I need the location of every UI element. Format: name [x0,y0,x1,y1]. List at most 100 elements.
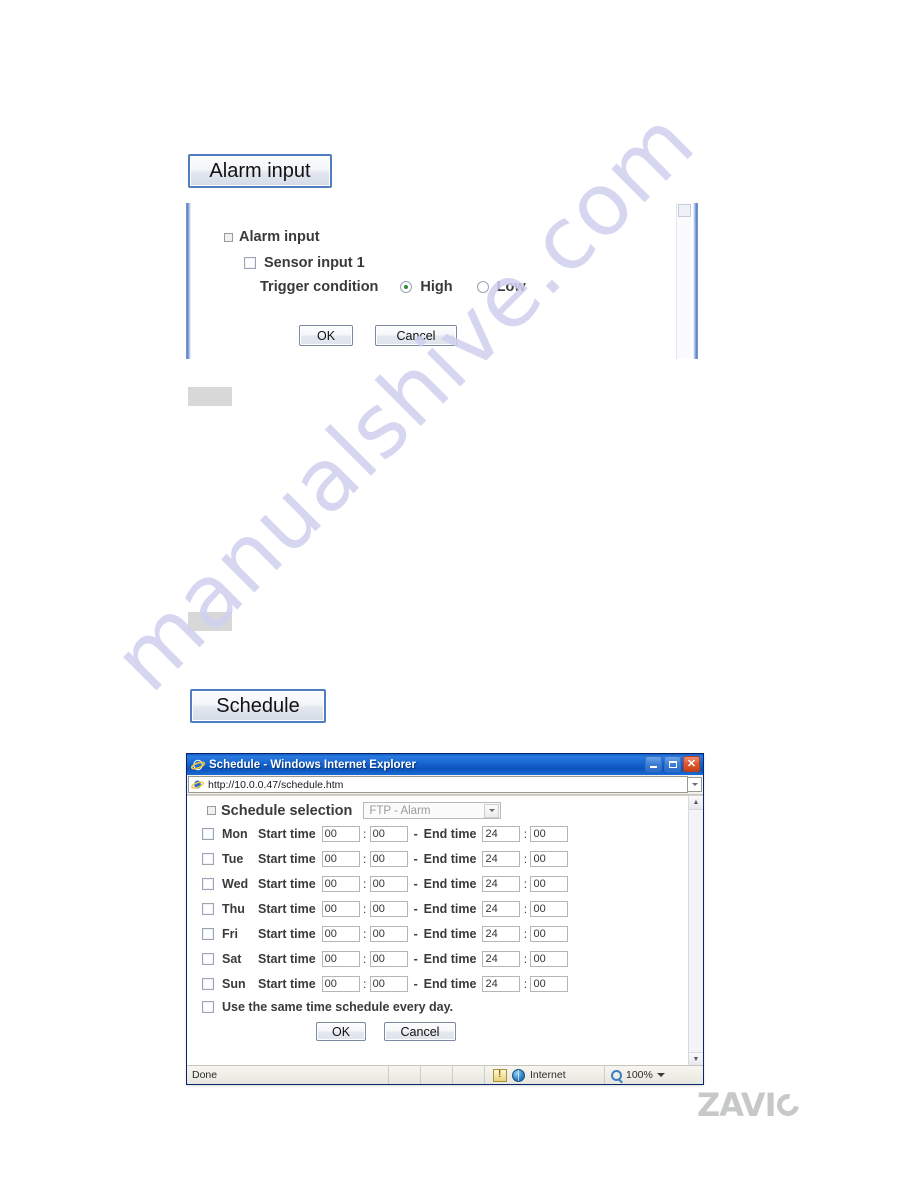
colon-start-fri: : [362,926,367,941]
alarm-panel-scroll-thumb[interactable] [678,204,691,217]
zavio-o-mark-icon [773,1089,804,1121]
end-hour-sat[interactable]: 24 [482,950,521,967]
sensor-input-checkbox[interactable] [244,257,256,269]
range-dash-fri: - [413,926,418,941]
table-row: Fri Start time 00 : 00 - End time 24 : 0… [187,921,688,946]
status-segment-1 [389,1066,421,1084]
schedule-ok-label: OK [331,1024,351,1039]
day-checkbox-sat[interactable] [202,952,214,965]
day-checkbox-mon[interactable] [202,827,214,840]
end-hour-thu[interactable]: 24 [482,900,521,917]
end-minute-thu[interactable]: 00 [530,900,569,917]
start-minute-fri[interactable]: 00 [369,925,408,942]
day-checkbox-sun[interactable] [202,977,214,990]
colon-start-sat: : [362,951,367,966]
end-hour-wed[interactable]: 24 [482,875,521,892]
schedule-cancel-button[interactable]: Cancel [384,1022,456,1041]
end-minute-tue[interactable]: 00 [530,850,569,867]
day-checkbox-tue[interactable] [202,852,214,865]
close-icon[interactable]: ✕ [683,756,700,772]
schedule-tab-button[interactable]: Schedule [190,689,326,723]
start-minute-thu[interactable]: 00 [369,900,408,917]
end-minute-fri[interactable]: 00 [530,925,569,942]
window-controls: ✕ [645,756,700,772]
start-hour-sun[interactable]: 00 [321,975,360,992]
address-dropdown-icon[interactable] [688,777,702,792]
start-minute-sun[interactable]: 00 [369,975,408,992]
schedule-selection-value: FTP - Alarm [369,804,431,817]
alarm-ok-button[interactable]: OK [299,325,353,346]
address-page-icon [191,778,204,791]
sensor-input-label: Sensor input 1 [264,255,365,271]
start-minute-tue[interactable]: 00 [369,850,408,867]
end-time-label-wed: End time [423,876,477,891]
colon-start-mon: : [362,826,367,841]
range-dash-wed: - [413,876,418,891]
day-checkbox-wed[interactable] [202,877,214,890]
sensor-input-row[interactable]: Sensor input 1 [244,255,365,271]
scroll-up-icon[interactable]: ▲ [689,796,703,810]
schedule-selection-label: Schedule selection [221,802,353,819]
same-schedule-checkbox[interactable] [202,1001,214,1013]
start-minute-wed[interactable]: 00 [369,875,408,892]
end-time-label-tue: End time [423,851,477,866]
content-scrollbar[interactable]: ▲ ▼ [688,796,703,1066]
zavio-logo: ZAVI [697,1086,804,1124]
day-label-thu: Thu [222,901,245,916]
end-hour-mon[interactable]: 24 [482,825,521,842]
end-minute-sat[interactable]: 00 [530,950,569,967]
day-label-mon: Mon [222,826,248,841]
minimize-icon[interactable] [645,756,662,772]
start-minute-mon[interactable]: 00 [369,825,408,842]
start-time-label-sat: Start time [258,951,316,966]
end-minute-mon[interactable]: 00 [530,825,569,842]
security-zone-text: Internet [530,1069,566,1081]
colon-end-wed: : [523,876,528,891]
end-hour-tue[interactable]: 24 [482,850,521,867]
security-zone-indicator[interactable]: Internet [485,1066,605,1084]
alarm-input-tree-header[interactable]: Alarm input [224,229,320,245]
window-title-text: Schedule - Windows Internet Explorer [209,758,416,771]
day-checkbox-fri[interactable] [202,927,214,940]
window-titlebar[interactable]: Schedule - Windows Internet Explorer ✕ [187,754,703,775]
protected-mode-icon [493,1068,507,1082]
zavio-logo-text: ZAVI [697,1086,776,1124]
end-time-label-fri: End time [423,926,477,941]
scroll-down-icon[interactable]: ▼ [689,1052,703,1066]
start-hour-fri[interactable]: 00 [321,925,360,942]
day-checkbox-thu[interactable] [202,902,214,915]
start-hour-mon[interactable]: 00 [321,825,360,842]
schedule-ok-button[interactable]: OK [316,1022,366,1041]
start-hour-thu[interactable]: 00 [321,900,360,917]
start-hour-wed[interactable]: 00 [321,875,360,892]
address-input[interactable]: http://10.0.0.47/schedule.htm [188,776,688,793]
trigger-high-radio[interactable] [400,281,413,293]
end-hour-sun[interactable]: 24 [482,975,521,992]
end-minute-sun[interactable]: 00 [530,975,569,992]
start-minute-sat[interactable]: 00 [369,950,408,967]
maximize-icon[interactable] [664,756,681,772]
alarm-panel-scrollbar[interactable] [676,203,691,359]
colon-end-thu: : [523,901,528,916]
trigger-low-radio[interactable] [476,281,489,293]
end-minute-wed[interactable]: 00 [530,875,569,892]
status-segment-2 [421,1066,453,1084]
end-hour-fri[interactable]: 24 [482,925,521,942]
address-bar[interactable]: http://10.0.0.47/schedule.htm [187,775,703,795]
day-label-sun: Sun [222,976,246,991]
alarm-ok-label: OK [316,328,336,343]
colon-end-fri: : [523,926,528,941]
chevron-down-icon[interactable] [484,803,500,818]
start-hour-sat[interactable]: 00 [321,950,360,967]
alarm-input-tab-button[interactable]: Alarm input [188,154,332,188]
range-dash-sun: - [413,976,418,991]
tree-expand-icon[interactable] [224,232,233,242]
alarm-input-header-label: Alarm input [239,229,320,245]
schedule-selection-dropdown[interactable]: FTP - Alarm [363,802,502,819]
schedule-tree-expand-icon[interactable] [207,806,216,815]
alarm-cancel-button[interactable]: Cancel [375,325,457,346]
zoom-chevron-down-icon[interactable] [656,1073,665,1077]
end-time-label-thu: End time [423,901,477,916]
zoom-control[interactable]: 100% [605,1066,703,1084]
start-hour-tue[interactable]: 00 [321,850,360,867]
